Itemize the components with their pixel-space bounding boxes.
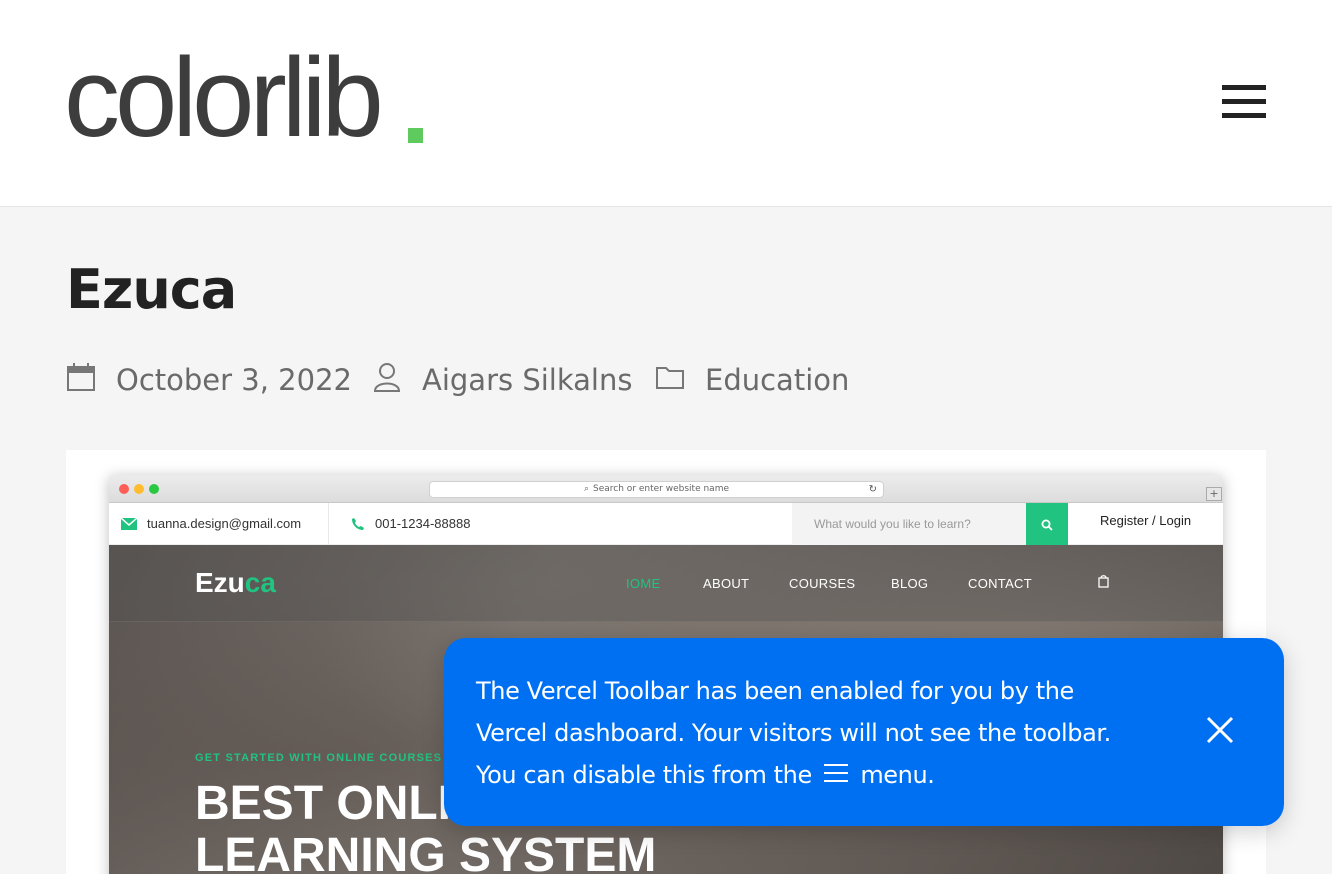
mail-icon bbox=[121, 517, 137, 530]
topbar-email: tuanna.design@gmail.com bbox=[121, 516, 301, 531]
template-topbar: tuanna.design@gmail.com 001-1234-88888 W… bbox=[109, 503, 1223, 545]
template-nav-contact: CONTACT bbox=[968, 576, 1032, 591]
minimize-dot-icon bbox=[134, 484, 144, 494]
user-icon bbox=[372, 361, 402, 400]
hamburger-menu-icon[interactable] bbox=[1222, 85, 1266, 119]
close-icon[interactable] bbox=[1204, 714, 1236, 746]
template-search-input: What would you like to learn? bbox=[792, 503, 1027, 545]
toast-line: The Vercel Toolbar has been enabled for … bbox=[476, 677, 1074, 705]
register-text: Register bbox=[1100, 513, 1149, 528]
phone-icon bbox=[352, 517, 364, 530]
address-bar: ⌕ Search or enter website name ↻ bbox=[429, 481, 884, 498]
email-text: tuanna.design@gmail.com bbox=[147, 516, 302, 531]
toast-line-text: menu. bbox=[860, 761, 935, 789]
post-category-text[interactable]: Education bbox=[705, 363, 849, 397]
template-nav-blog: BLOG bbox=[891, 576, 929, 591]
toast-line-text: You can disable this from the bbox=[476, 761, 812, 789]
calendar-icon bbox=[66, 362, 96, 399]
menu-icon bbox=[823, 755, 849, 797]
login-text: Login bbox=[1159, 513, 1192, 528]
close-dot-icon bbox=[119, 484, 129, 494]
new-tab-icon: + bbox=[1206, 487, 1222, 501]
post-title: Ezuca bbox=[66, 258, 237, 321]
address-placeholder: Search or enter website name bbox=[593, 484, 729, 494]
hamburger-bar bbox=[1222, 113, 1266, 118]
site-logo[interactable]: colorlib bbox=[64, 42, 384, 154]
phone-text: 001-1234-88888 bbox=[375, 516, 471, 531]
search-icon bbox=[1041, 519, 1053, 531]
hamburger-bar bbox=[1222, 85, 1266, 90]
template-logo: Ezuca bbox=[195, 567, 276, 599]
register-login: Register / Login bbox=[1100, 513, 1191, 528]
maximize-dot-icon bbox=[149, 484, 159, 494]
template-nav-courses: COURSES bbox=[789, 576, 856, 591]
template-logo-main: Ezu bbox=[195, 567, 245, 598]
template-navbar: Ezuca IOME ABOUT COURSES BLOG CONTACT bbox=[109, 545, 1223, 622]
post-date: October 3, 2022 bbox=[66, 360, 352, 400]
post-author-text[interactable]: Aigars Silkalns bbox=[422, 363, 632, 397]
toast-line: You can disable this from the menu. bbox=[476, 754, 1176, 797]
topbar-divider bbox=[328, 503, 329, 545]
post-author[interactable]: Aigars Silkalns bbox=[372, 360, 632, 400]
login-separator: / bbox=[1152, 513, 1156, 528]
hamburger-bar bbox=[1222, 99, 1266, 104]
vercel-toolbar-notice: The Vercel Toolbar has been enabled for … bbox=[444, 638, 1284, 826]
logo-dot bbox=[408, 128, 423, 143]
template-search-button bbox=[1026, 503, 1068, 545]
search-icon: ⌕ bbox=[583, 484, 590, 494]
template-nav-home: IOME bbox=[626, 576, 661, 591]
browser-toolbar: ⌕ Search or enter website name ↻ + bbox=[109, 475, 1223, 503]
toast-message: The Vercel Toolbar has been enabled for … bbox=[476, 670, 1176, 797]
site-header: colorlib bbox=[0, 0, 1332, 207]
hero-headline-line2: LEARNING SYSTEM bbox=[195, 829, 657, 874]
toast-line: Vercel dashboard. Your visitors will not… bbox=[476, 719, 1111, 747]
post-category[interactable]: Education bbox=[655, 360, 849, 400]
post-date-text: October 3, 2022 bbox=[116, 363, 352, 397]
topbar-phone: 001-1234-88888 bbox=[351, 516, 470, 531]
cart-icon bbox=[1098, 575, 1109, 591]
template-nav-about: ABOUT bbox=[703, 576, 750, 591]
folder-icon bbox=[655, 363, 685, 397]
template-logo-accent: ca bbox=[244, 567, 276, 598]
reload-icon: ↻ bbox=[868, 484, 877, 495]
hero-kicker: GET STARTED WITH ONLINE COURSES bbox=[195, 752, 443, 764]
